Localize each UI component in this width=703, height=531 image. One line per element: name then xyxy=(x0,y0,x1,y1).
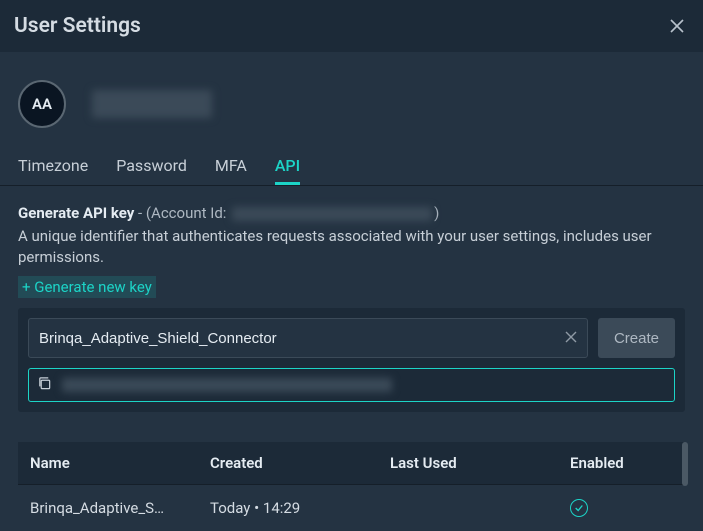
cell-enabled xyxy=(570,499,673,517)
avatar-initials: AA xyxy=(32,95,52,113)
key-name-input-wrap xyxy=(28,318,588,358)
generate-title-line: Generate API key - (Account Id: ) xyxy=(18,204,685,222)
username-redacted xyxy=(92,90,212,118)
col-header-lastused: Last Used xyxy=(390,454,570,472)
dialog-title: User Settings xyxy=(14,14,141,38)
api-key-redacted xyxy=(62,378,392,392)
x-icon xyxy=(565,331,577,343)
dialog-header: User Settings xyxy=(0,0,703,52)
close-button[interactable] xyxy=(665,14,689,38)
generate-title: Generate API key xyxy=(18,204,134,222)
generate-new-key-link[interactable]: + Generate new key xyxy=(18,276,156,298)
check-icon xyxy=(574,503,584,513)
cell-lastused xyxy=(390,499,570,517)
cell-name: Brinqa_Adaptive_S… xyxy=(30,499,210,517)
generated-key-row xyxy=(18,368,685,412)
key-name-input[interactable] xyxy=(39,330,565,347)
close-icon xyxy=(669,18,685,34)
clear-input-button[interactable] xyxy=(565,329,577,347)
copy-button[interactable] xyxy=(37,376,52,395)
create-key-row: Create xyxy=(18,308,685,368)
account-id-prefix: - (Account Id: xyxy=(134,204,230,222)
generate-description: A unique identifier that authenticates r… xyxy=(18,226,685,268)
table-header-row: Name Created Last Used Enabled xyxy=(18,442,685,485)
cell-created: Today • 14:29 xyxy=(210,499,390,517)
avatar: AA xyxy=(18,80,66,128)
content-area: Generate API key - (Account Id: ) A uniq… xyxy=(0,186,703,531)
tab-mfa[interactable]: MFA xyxy=(215,156,247,185)
profile-section: AA xyxy=(0,52,703,128)
enabled-indicator xyxy=(570,499,588,517)
table-row: Brinqa_Adaptive_S… Today • 14:29 xyxy=(18,485,685,531)
tab-api[interactable]: API xyxy=(275,156,300,185)
create-button[interactable]: Create xyxy=(598,318,675,358)
scrollbar[interactable] xyxy=(682,442,688,486)
account-id-redacted xyxy=(232,207,432,221)
tab-password[interactable]: Password xyxy=(116,156,187,185)
tabs: Timezone Password MFA API xyxy=(0,128,703,186)
col-header-enabled: Enabled xyxy=(570,454,673,472)
col-header-name: Name xyxy=(30,454,210,472)
tab-timezone[interactable]: Timezone xyxy=(18,156,88,185)
col-header-created: Created xyxy=(210,454,390,472)
account-id-suffix: ) xyxy=(434,204,439,222)
copy-icon xyxy=(37,376,52,391)
generated-key-box xyxy=(28,368,675,402)
api-keys-table: Name Created Last Used Enabled Brinqa_Ad… xyxy=(18,442,685,531)
